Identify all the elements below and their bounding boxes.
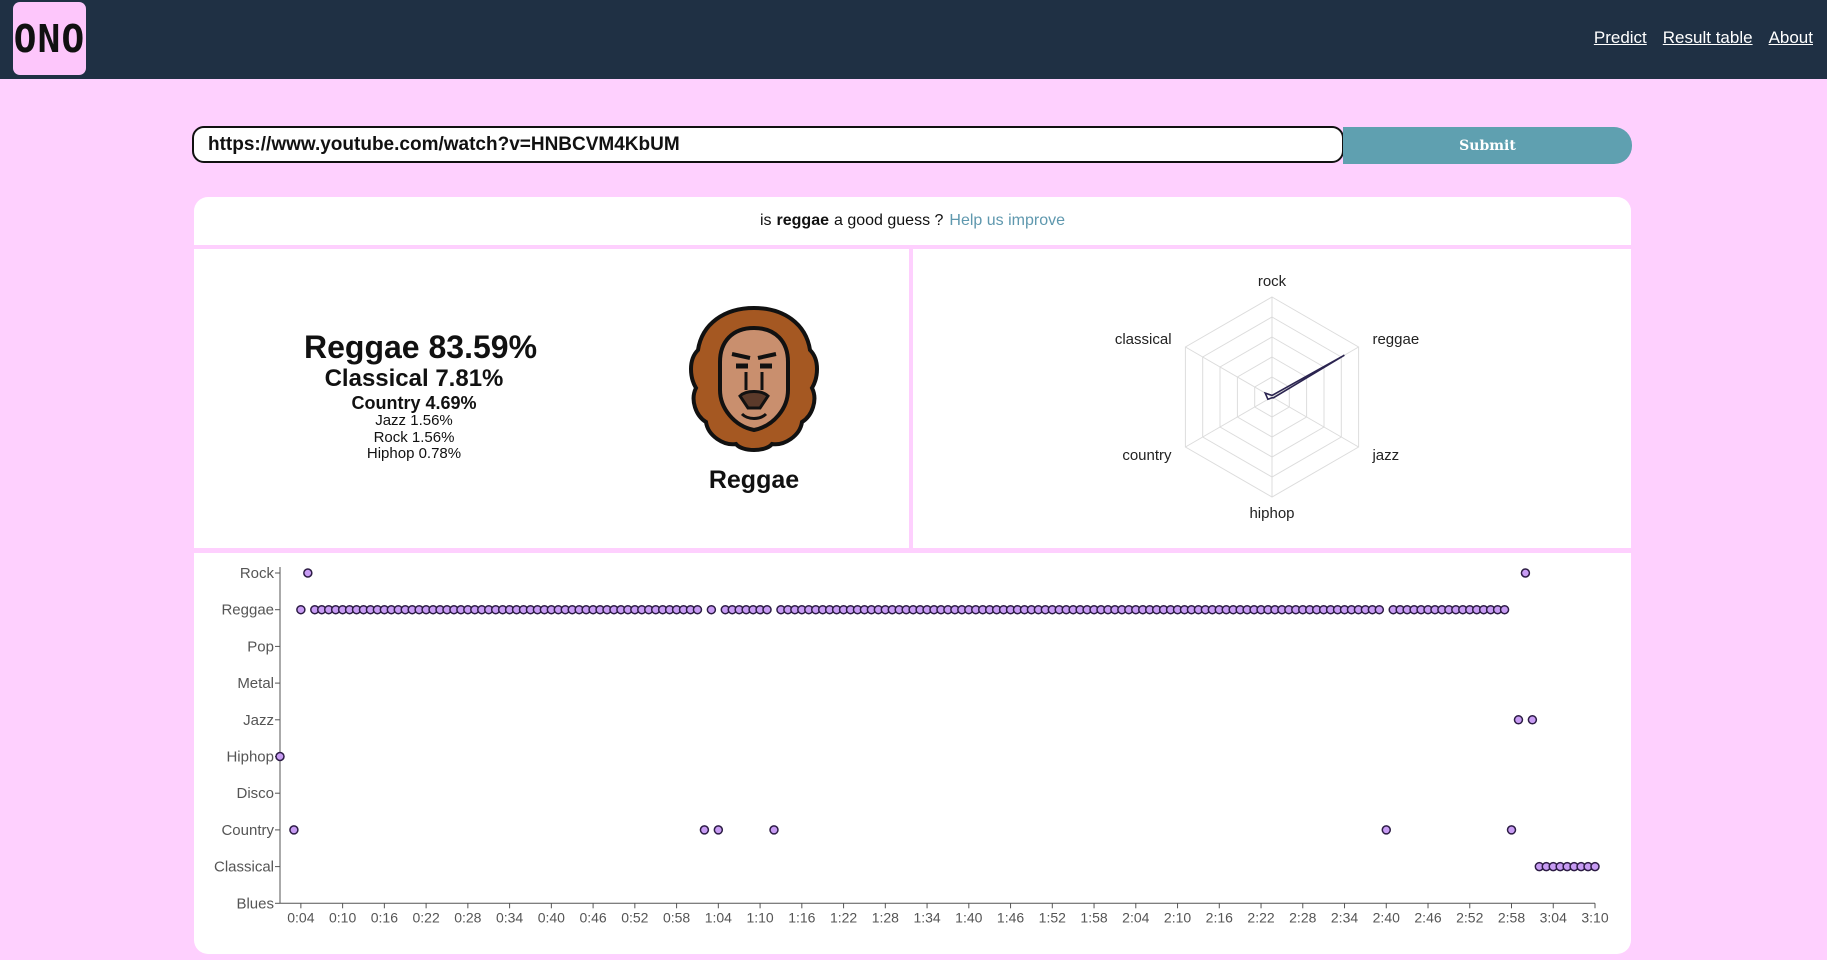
timeline-point xyxy=(1506,825,1517,835)
y-tick-label: Reggae xyxy=(221,602,274,619)
x-tick-label: 0:28 xyxy=(454,909,481,925)
probability-item: Reggae 83.59% xyxy=(304,329,538,365)
y-tick-label: Jazz xyxy=(243,712,274,729)
probability-item: Hiphop 0.78% xyxy=(366,445,462,463)
probability-item: Jazz 1.56% xyxy=(375,411,453,429)
radar-axis-line xyxy=(1271,396,1359,448)
feedback-prefix: is xyxy=(759,212,772,229)
help-us-improve-link[interactable]: Help us improve xyxy=(949,212,1065,230)
prediction-panel: Reggae 83.59% Classical 7.81% Country 4.… xyxy=(194,249,909,548)
x-tick-label: 1:52 xyxy=(1039,909,1066,925)
probability-list: Reggae 83.59% Classical 7.81% Country 4.… xyxy=(304,329,538,463)
predicted-genre-label: Reggae xyxy=(708,466,800,494)
timeline-point xyxy=(1499,604,1510,615)
x-tick-label: 3:10 xyxy=(1581,909,1608,925)
timeline-point xyxy=(303,568,313,578)
x-tick-label: 1:46 xyxy=(997,909,1024,925)
top-navbar: ONO Predict Result table About xyxy=(0,0,1827,79)
radar-axis-label: rock xyxy=(1258,273,1287,290)
probability-item: Classical 7.81% xyxy=(324,364,504,392)
x-tick-label: 2:16 xyxy=(1206,909,1233,925)
nav-result-table-link[interactable]: Result table xyxy=(1663,28,1753,48)
x-tick-label: 2:10 xyxy=(1164,909,1191,925)
timeline-point xyxy=(769,825,779,835)
timeline-point xyxy=(713,825,724,835)
x-tick-label: 2:22 xyxy=(1247,909,1274,925)
radar-axis-label: jazz xyxy=(1371,447,1399,464)
radar-axis-label: hiphop xyxy=(1249,505,1294,522)
x-tick-label: 1:28 xyxy=(872,909,899,925)
x-tick-label: 1:40 xyxy=(955,909,982,925)
timeline-point xyxy=(1374,604,1385,615)
timeline-point xyxy=(1527,715,1538,725)
timeline-point xyxy=(1381,825,1392,835)
radar-axis-label: country xyxy=(1122,447,1172,464)
x-tick-label: 1:22 xyxy=(830,909,857,925)
x-tick-label: 0:58 xyxy=(663,909,690,925)
y-tick-label: Hiphop xyxy=(226,749,274,766)
radar-axis-label: classical xyxy=(1115,331,1172,348)
x-tick-label: 3:04 xyxy=(1540,909,1567,925)
x-tick-label: 0:40 xyxy=(538,909,565,925)
timeline-point xyxy=(1590,861,1600,872)
x-tick-label: 0:16 xyxy=(371,909,398,925)
timeline-point xyxy=(289,825,299,835)
y-tick-label: Metal xyxy=(237,675,274,692)
x-tick-label: 1:10 xyxy=(746,909,773,925)
nav-about-link[interactable]: About xyxy=(1769,28,1813,48)
feedback-genre: reggae xyxy=(776,212,829,229)
x-tick-label: 0:46 xyxy=(579,909,606,925)
radar-chart: rock reggae jazz hiphop country classical xyxy=(1115,273,1419,522)
timeline-point xyxy=(1520,568,1531,578)
feedback-suffix: a good guess ? xyxy=(834,212,944,229)
x-tick-label: 2:34 xyxy=(1331,909,1358,925)
probability-item: Rock 1.56% xyxy=(373,428,455,446)
timeline-point xyxy=(275,751,285,762)
submit-button[interactable]: Submit xyxy=(1343,127,1632,164)
x-tick-label: 2:28 xyxy=(1289,909,1316,925)
lion-icon xyxy=(689,305,819,452)
y-tick-label: Disco xyxy=(236,785,274,802)
probability-item: Country 4.69% xyxy=(351,392,477,413)
x-tick-label: 2:40 xyxy=(1373,909,1400,925)
x-tick-label: 0:10 xyxy=(329,909,356,925)
timeline-point xyxy=(296,604,306,615)
x-tick-label: 2:52 xyxy=(1456,909,1483,925)
youtube-url-input[interactable] xyxy=(192,126,1344,163)
radar-panel: rock reggae jazz hiphop country classical xyxy=(913,249,1631,548)
genre-timeline-chart: Rock Reggae Pop Metal Jazz Hiphop Disco Country… xyxy=(214,565,1609,925)
x-tick-label: 1:34 xyxy=(913,909,940,925)
radar-axis-line xyxy=(1185,396,1273,448)
timeline-point xyxy=(762,604,772,615)
feedback-bar: is reggae a good guess ? Help us improve xyxy=(194,197,1631,245)
x-tick-label: 0:04 xyxy=(287,909,314,925)
x-tick-label: 1:16 xyxy=(788,909,815,925)
x-tick-label: 0:34 xyxy=(496,909,523,925)
genre-timeline-panel: Rock Reggae Pop Metal Jazz Hiphop Disco Country… xyxy=(194,553,1631,954)
x-tick-label: 1:04 xyxy=(705,909,732,925)
nav-links: Predict Result table About xyxy=(1594,28,1813,48)
timeline-point xyxy=(699,825,710,835)
ono-logo[interactable]: ONO xyxy=(13,2,86,75)
y-tick-label: Rock xyxy=(240,565,275,582)
timeline-point xyxy=(692,604,703,615)
y-tick-label: Country xyxy=(221,822,274,839)
x-tick-label: 0:52 xyxy=(621,909,648,925)
radar-axis-line xyxy=(1185,346,1273,398)
x-tick-label: 2:58 xyxy=(1498,909,1525,925)
y-tick-label: Pop xyxy=(247,638,274,655)
radar-axis-label: reggae xyxy=(1372,331,1419,348)
nav-predict-link[interactable]: Predict xyxy=(1594,28,1647,48)
x-tick-label: 1:58 xyxy=(1080,909,1107,925)
y-tick-label: Blues xyxy=(236,895,274,912)
x-tick-label: 2:04 xyxy=(1122,909,1149,925)
timeline-point xyxy=(706,604,717,615)
x-tick-label: 0:22 xyxy=(412,909,439,925)
radar-shape xyxy=(1263,354,1345,401)
timeline-point xyxy=(1513,715,1524,725)
y-tick-label: Classical xyxy=(214,859,274,876)
x-tick-label: 2:46 xyxy=(1414,909,1441,925)
